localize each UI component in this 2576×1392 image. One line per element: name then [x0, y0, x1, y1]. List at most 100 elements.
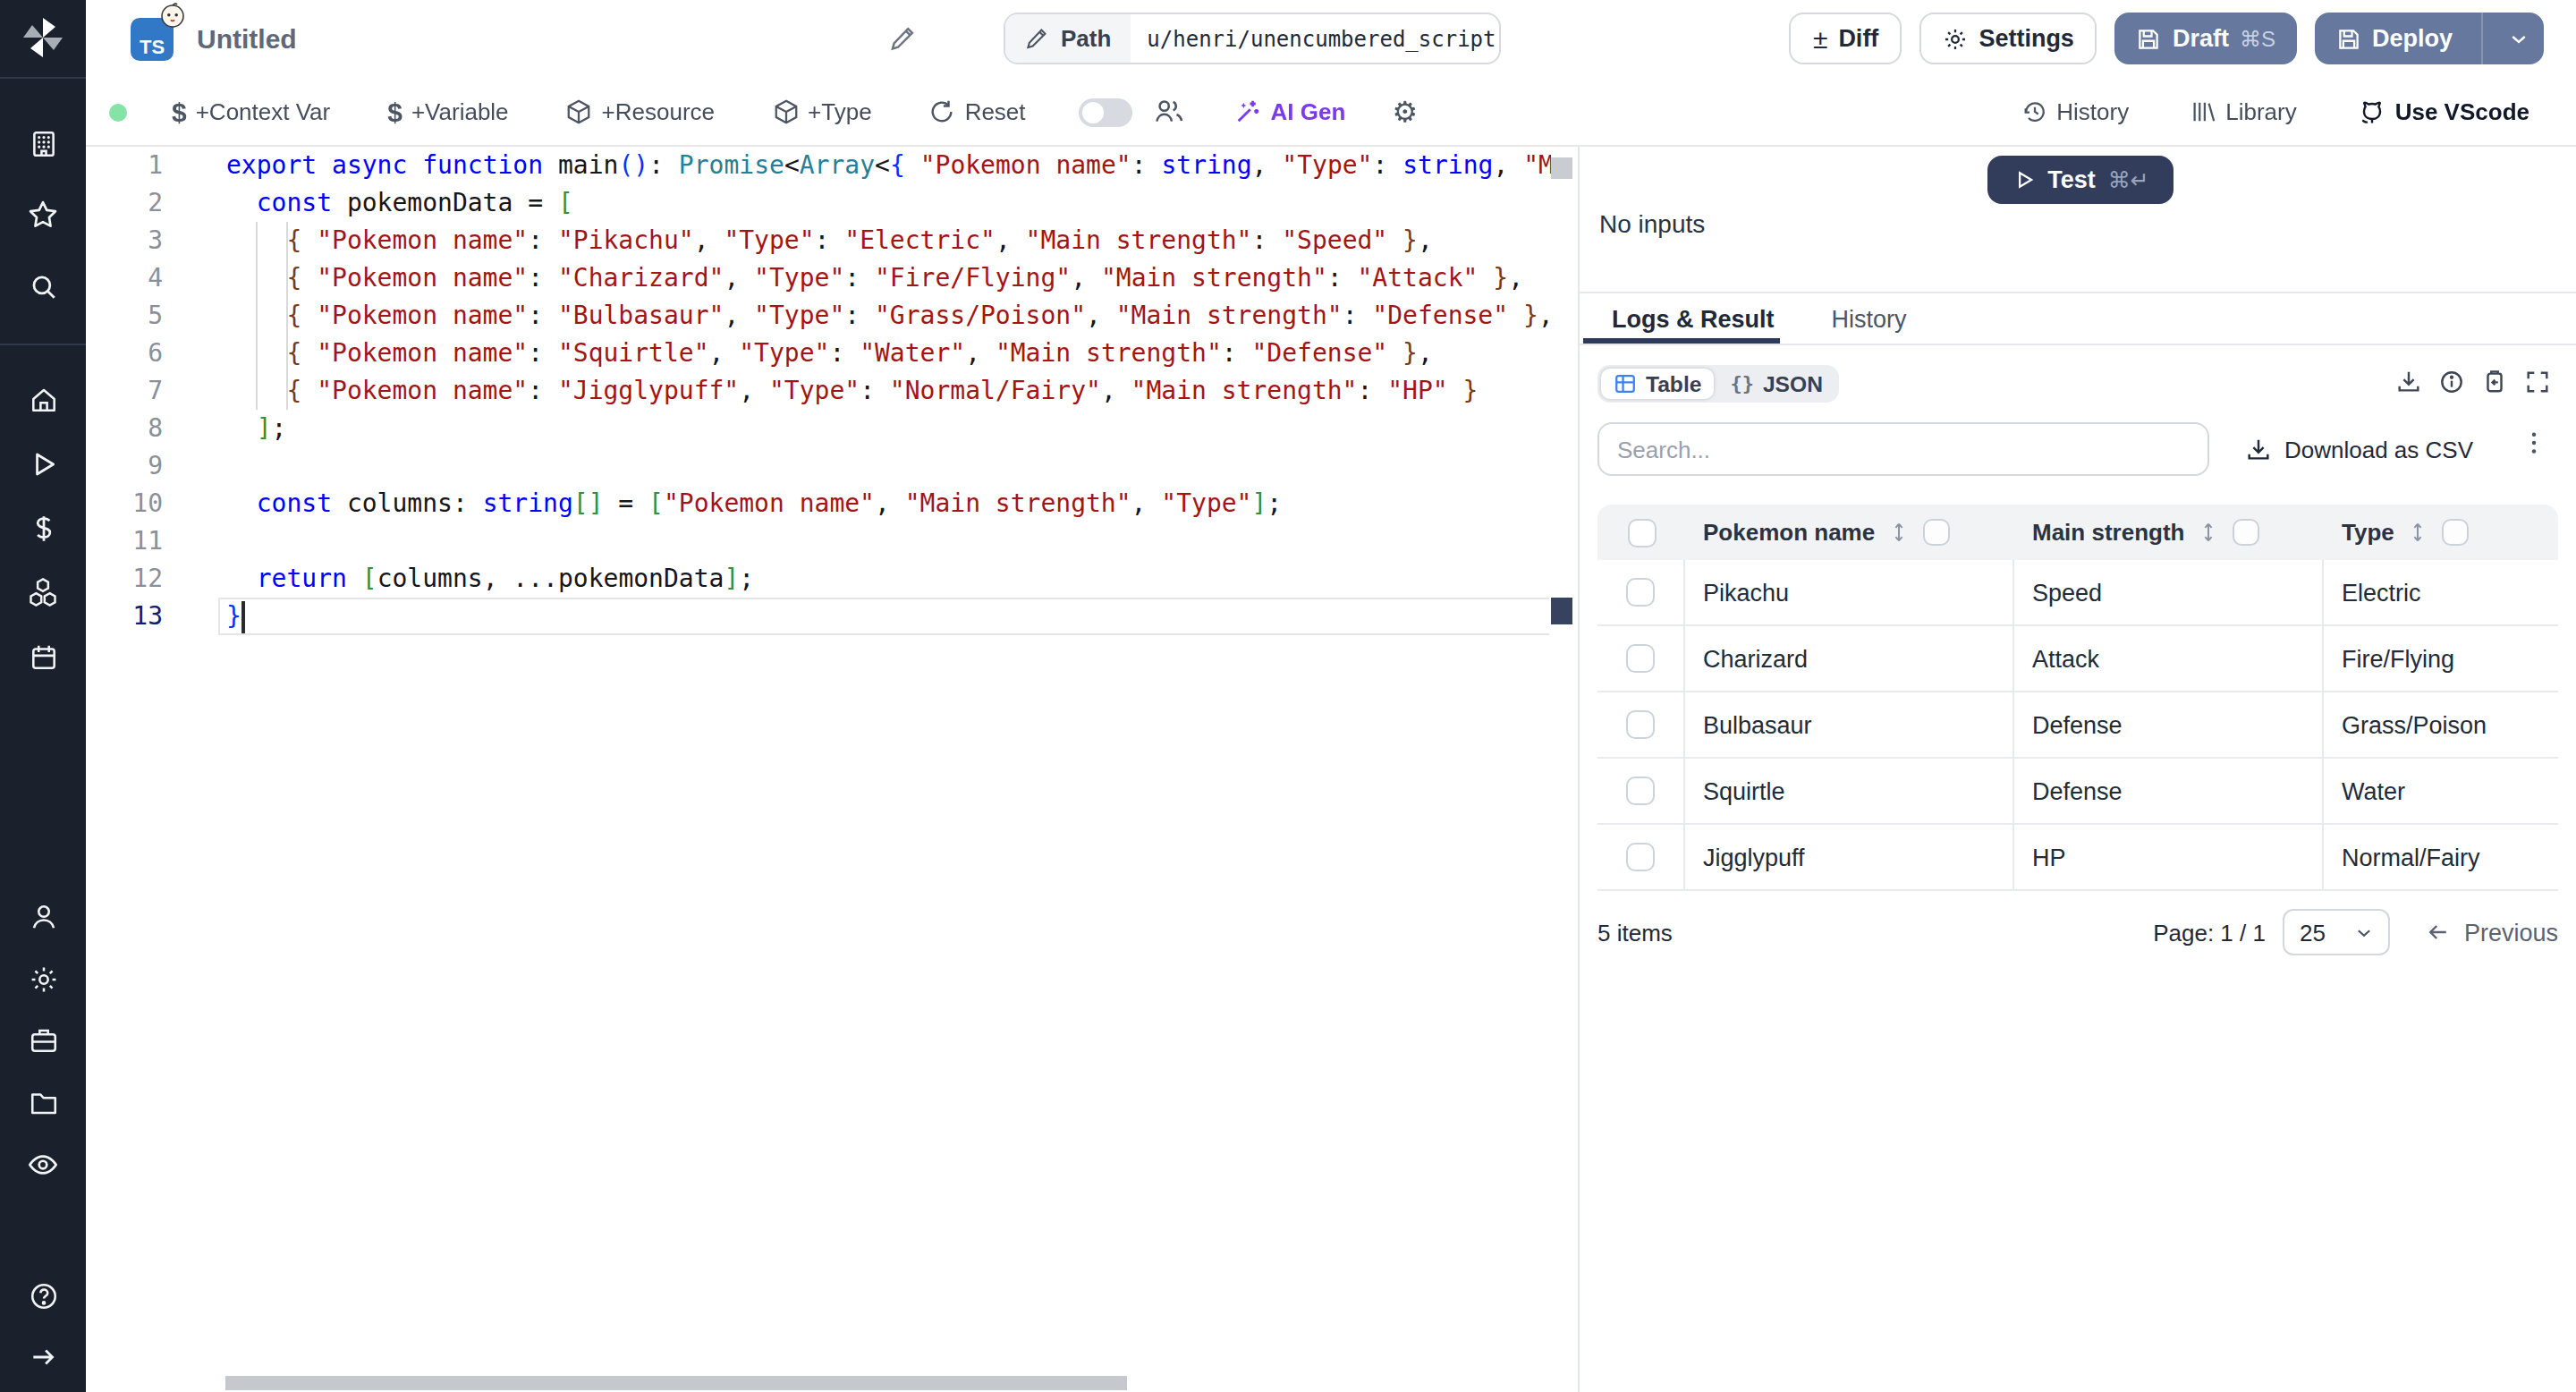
view-table-button[interactable]: Table	[1601, 369, 1714, 399]
add-resource-button[interactable]: +Resource	[566, 98, 715, 125]
sidebar-item-building-icon[interactable]	[0, 107, 86, 179]
per-page-select[interactable]: 25	[2284, 909, 2391, 955]
reset-icon	[929, 98, 956, 125]
sidebar-item-star-icon[interactable]	[0, 179, 86, 250]
column-filter-checkbox[interactable]	[2443, 519, 2470, 546]
table-row[interactable]: BulbasaurDefenseGrass/Poison	[1597, 692, 2558, 759]
table-row[interactable]: PikachuSpeedElectric	[1597, 560, 2558, 626]
windmill-logo-icon[interactable]	[20, 14, 66, 61]
row-checkbox[interactable]	[1626, 843, 1655, 871]
code-editor[interactable]: 12345678910111213 export async function …	[86, 147, 1578, 1392]
code-line-9	[226, 447, 1550, 485]
copy-icon[interactable]	[2481, 369, 2508, 395]
history-button[interactable]: History	[2021, 98, 2129, 125]
row-checkbox[interactable]	[1626, 578, 1655, 607]
table-menu-kebab-icon[interactable]	[2521, 429, 2547, 456]
dollar-icon: $	[172, 97, 187, 127]
wand-icon	[1235, 98, 1262, 125]
column-header-main-strength[interactable]: Main strength	[2014, 519, 2324, 546]
arrow-left-icon	[2427, 920, 2452, 945]
ai-gen-button[interactable]: AI Gen	[1235, 98, 1346, 125]
add-context-var-button[interactable]: $+Context Var	[172, 97, 330, 127]
expand-icon[interactable]	[2524, 369, 2551, 395]
column-filter-checkbox[interactable]	[1923, 519, 1950, 546]
chevron-down-icon	[2355, 922, 2375, 942]
column-filter-checkbox[interactable]	[2233, 519, 2259, 546]
sidebar-item-search-icon[interactable]	[0, 250, 86, 322]
sidebar-item-folder-icon[interactable]	[0, 1072, 86, 1133]
deploy-button[interactable]: Deploy	[2315, 13, 2544, 64]
sidebar-item-play-icon[interactable]	[0, 431, 86, 496]
text-cursor	[242, 601, 244, 633]
sidebar-item-person-icon[interactable]	[0, 887, 86, 948]
sidebar-item-eye-icon[interactable]	[0, 1133, 86, 1195]
draft-button[interactable]: Draft⌘S	[2115, 13, 2297, 64]
run-panel: Test⌘↵ No inputs Logs & Result History T…	[1578, 147, 2576, 1392]
diff-mode-toggle[interactable]	[1080, 98, 1133, 126]
row-checkbox[interactable]	[1626, 777, 1655, 805]
dollar-icon: $	[387, 97, 402, 127]
add-type-button[interactable]: +Type	[772, 98, 872, 125]
settings-button[interactable]: Settings	[1919, 13, 2097, 64]
column-header-type[interactable]: Type	[2324, 519, 2558, 546]
deploy-dropdown-button[interactable]	[2494, 28, 2544, 49]
previous-page-button[interactable]: Previous	[2427, 919, 2558, 946]
download-csv-button[interactable]: Download as CSV	[2245, 422, 2473, 476]
sidebar-item-dollar-icon[interactable]	[0, 496, 86, 560]
gear-icon	[1943, 26, 1968, 51]
table-row[interactable]: CharizardAttackFire/Flying	[1597, 626, 2558, 692]
edit-title-icon[interactable]	[889, 25, 916, 52]
path-value[interactable]: u/henri/unencumbered_script	[1131, 14, 1501, 63]
cube-icon	[566, 98, 593, 125]
top-header: TS Untitled Path u/henri/unencumbered_sc…	[86, 0, 2576, 79]
code-line-7: { "Pokemon name": "Jigglypuff", "Type": …	[226, 372, 1550, 410]
tab-history[interactable]: History	[1832, 306, 1907, 344]
row-checkbox[interactable]	[1626, 644, 1655, 673]
code-content[interactable]: export async function main(): Promise<Ar…	[226, 147, 1550, 635]
table-row[interactable]: JigglypuffHPNormal/Fairy	[1597, 825, 2558, 891]
code-line-10: const columns: string[] = ["Pokemon name…	[226, 485, 1550, 522]
windmill-app: TS Untitled Path u/henri/unencumbered_sc…	[0, 0, 2576, 1392]
code-line-13: }	[226, 598, 1550, 635]
table-row[interactable]: SquirtleDefenseWater	[1597, 759, 2558, 825]
sidebar-divider	[0, 77, 86, 79]
sidebar-item-calendar-icon[interactable]	[0, 624, 86, 689]
sidebar-item-boxes-icon[interactable]	[0, 560, 86, 624]
horizontal-scrollbar[interactable]	[225, 1376, 1127, 1390]
test-button[interactable]: Test⌘↵	[1987, 156, 2174, 204]
view-json-button[interactable]: {}JSON	[1717, 369, 1835, 399]
sort-icon[interactable]	[2407, 521, 2430, 544]
info-icon[interactable]	[2438, 369, 2465, 395]
use-vscode-button[interactable]: Use VScode	[2358, 98, 2529, 126]
sort-icon[interactable]	[1887, 521, 1911, 544]
library-button[interactable]: Library	[2190, 98, 2297, 125]
column-header-pokemon-name[interactable]: Pokemon name	[1685, 519, 2014, 546]
overview-ruler-cursor	[1551, 598, 1572, 624]
search-input[interactable]: Search...	[1597, 422, 2209, 476]
add-variable-button[interactable]: $+Variable	[387, 97, 508, 127]
diff-button[interactable]: ±Diff	[1790, 13, 1902, 64]
sidebar-item-gear-icon[interactable]	[0, 948, 86, 1010]
sort-icon[interactable]	[2197, 521, 2220, 544]
code-line-6: { "Pokemon name": "Squirtle", "Type": "W…	[226, 335, 1550, 372]
download-icon[interactable]	[2395, 369, 2422, 395]
emoji-badge-icon	[159, 2, 186, 29]
select-all-checkbox[interactable]	[1627, 518, 1656, 547]
path-label: Path	[1061, 25, 1111, 52]
sidebar-item-arrow-right-icon[interactable]	[0, 1327, 86, 1388]
code-line-12: return [columns, ...pokemonData];	[226, 560, 1550, 598]
editor-settings-gear-icon[interactable]: ⚙	[1392, 98, 1418, 126]
cube-icon	[772, 98, 799, 125]
panel-divider	[1580, 292, 2576, 293]
path-field[interactable]: Path u/henri/unencumbered_script	[1004, 13, 1501, 64]
row-checkbox[interactable]	[1626, 710, 1655, 739]
collaborators-icon[interactable]	[1155, 97, 1185, 127]
sidebar-item-briefcase-icon[interactable]	[0, 1010, 86, 1072]
sidebar-divider	[0, 344, 86, 345]
table-footer: 5 items Page: 1 / 1 25 Previous	[1597, 891, 2558, 973]
sidebar-item-home-icon[interactable]	[0, 367, 86, 431]
history-icon	[2021, 98, 2047, 125]
chevron-down-icon	[2508, 28, 2529, 49]
reset-button[interactable]: Reset	[929, 98, 1026, 125]
sidebar-item-help-icon[interactable]	[0, 1265, 86, 1327]
